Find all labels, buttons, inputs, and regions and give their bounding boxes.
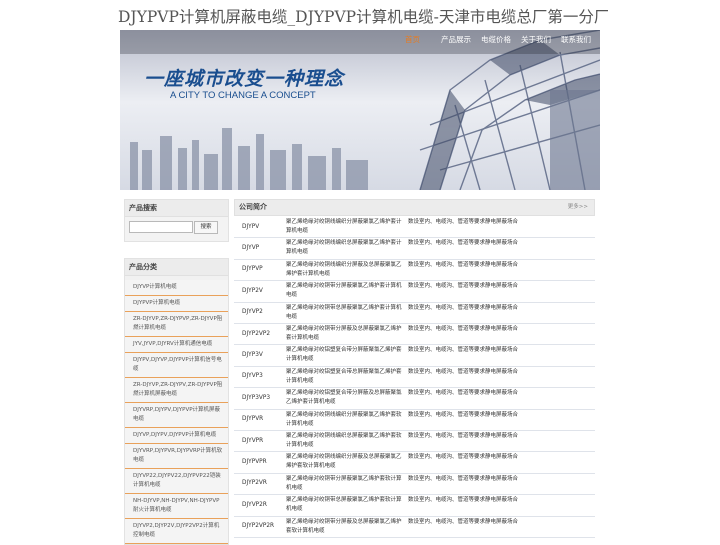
category-item[interactable]: DJYPV,DJYVP,DJYPVP计算机信号电缆 <box>125 353 228 378</box>
banner-slogan-en: A CITY TO CHANGE A CONCEPT <box>170 90 316 101</box>
product-model: DJYVP <box>242 245 260 252</box>
category-item[interactable]: ZR-DJYVP,ZR-DJYPVP,ZR-DJYVP阻燃计算机电缆 <box>125 312 228 337</box>
category-item[interactable]: DJYVP22,DJYPV22,DJYPVP22铠装计算机电缆 <box>125 469 228 494</box>
nav-products[interactable]: 产品展示 <box>441 30 471 54</box>
product-usage: 数设室内、电缆沟、管道等要求静电屏蔽场合 <box>408 326 519 332</box>
product-usage: 数设室内、电缆沟、管道等要求静电屏蔽场合 <box>408 475 519 482</box>
category-box: 产品分类 DJYVP计算机电缆 DJYPVP计算机电缆 ZR-DJYVP,ZR-DJ… <box>124 258 229 545</box>
product-model: DJYPVPR <box>242 459 267 466</box>
product-usage: 数设室内、电缆沟、管道等要求静电屏蔽场合 <box>408 390 519 397</box>
nav-about[interactable]: 关于我们 <box>521 30 551 54</box>
product-model: DJYP2V <box>242 287 263 294</box>
table-row: DJYPVPR 聚乙烯绝缘对绞铜线编织分屏蔽及总屏蔽聚氯乙烯护套软计算机电缆 数设室… <box>234 451 595 474</box>
product-model: DJYVP2 <box>242 309 263 316</box>
table-row: DJYP3VP3 聚乙烯绝缘对绞铝塑复合带分屏蔽及总屏蔽聚氯乙烯护套计算机电缆 数设… <box>234 387 595 410</box>
product-usage: 数设室内、电缆沟、管道等要求静电屏蔽场合 <box>408 368 519 375</box>
category-item[interactable]: DJYVP计算机电缆 <box>125 280 228 296</box>
category-item[interactable]: DJYVRP,DJYPVR,DJYPVRP计算机软电缆 <box>125 444 228 469</box>
category-list: DJYVP计算机电缆 DJYPVP计算机电缆 ZR-DJYVP,ZR-DJYPVP,… <box>125 280 228 544</box>
table-row: DJYPVP 聚乙烯绝缘对绞铜线编织分屏蔽及总屏蔽聚氯乙烯护套计算机电缆 数设室内、… <box>234 259 595 282</box>
more-link[interactable]: 更多>> <box>568 200 588 215</box>
header-banner: 首页 产品展示 电缆价格 关于我们 联系我们 一座城市改变一种理念 A CITY… <box>120 30 600 190</box>
site-title: DJYPVP计算机屏蔽电缆_DJYPVP计算机电缆-天津市电缆总厂第一分厂 <box>118 8 608 26</box>
product-description: 聚乙烯绝缘对绞铜带分屏蔽聚氯乙烯护套计算机电缆 <box>286 283 402 299</box>
product-model: DJYP2VR <box>242 480 267 487</box>
product-description: 聚乙烯绝缘对绞铜带分屏蔽及总屏蔽聚氯乙烯护套计算机电缆 <box>286 326 402 341</box>
category-item[interactable]: DJYVRP,DJYPV,DJYPVP计算机屏蔽电缆 <box>125 403 228 428</box>
product-description: 聚乙烯绝缘对绞铝塑复合带分屏蔽及总屏蔽聚氯乙烯护套计算机电缆 <box>286 390 402 406</box>
product-description: 聚乙烯绝缘对绞铜带总屏蔽聚氯乙烯护套软计算机电缆 <box>286 497 402 513</box>
product-usage: 数设室内、电缆沟、管道等要求静电屏蔽场合 <box>408 454 519 461</box>
product-model: DJYPVP <box>242 266 263 273</box>
product-usage: 数设室内、电缆沟、管道等要求静电屏蔽场合 <box>408 518 519 525</box>
category-item[interactable]: DJYVP,DJYPV,DJYPVP计算机电缆 <box>125 428 228 444</box>
product-model: DJYP3VP3 <box>242 394 271 401</box>
product-description: 聚乙烯绝缘对绞铜带分屏蔽聚氯乙烯护套软计算机电缆 <box>286 475 402 491</box>
nav-contact[interactable]: 联系我们 <box>561 30 591 54</box>
product-usage: 数设室内、电缆沟、管道等要求静电屏蔽场合 <box>408 283 519 290</box>
product-model: DJYVP3 <box>242 373 263 380</box>
product-model: DJYVP2R <box>242 501 267 508</box>
product-usage: 数设室内、电缆沟、管道等要求静电屏蔽场合 <box>408 347 519 354</box>
product-description: 聚乙烯绝缘对绞铜线编织分屏蔽及总屏蔽聚氯乙烯护套软计算机电缆 <box>286 454 402 470</box>
product-usage: 数设室内、电缆沟、管道等要求静电屏蔽场合 <box>408 240 519 247</box>
product-usage: 数设室内、电缆沟、管道等要求静电屏蔽场合 <box>408 261 519 268</box>
search-input[interactable] <box>129 221 193 233</box>
table-row: DJYVPR 聚乙烯绝缘对绞铜线编织总屏蔽聚氯乙烯护套软计算机电缆 数设室内、电缆沟… <box>234 430 595 453</box>
table-row: DJYVP2 聚乙烯绝缘对绞铜带总屏蔽聚氯乙烯护套计算机电缆 数设室内、电缆沟、管道… <box>234 302 595 324</box>
table-row: DJYP2VP2 聚乙烯绝缘对绞铜带分屏蔽及总屏蔽聚氯乙烯护套计算机电缆 数设室内、… <box>234 323 595 346</box>
product-description: 聚乙烯绝缘对绞铜线编织总屏蔽聚氯乙烯护套软计算机电缆 <box>286 433 402 448</box>
company-intro-title: 公司简介 <box>239 203 267 211</box>
product-usage: 数设室内、电缆沟、管道等要求静电屏蔽场合 <box>408 219 519 225</box>
product-model: DJYP3V <box>242 352 263 359</box>
search-box: 产品搜索 搜索 <box>124 199 229 242</box>
product-usage: 数设室内、电缆沟、管道等要求静电屏蔽场合 <box>408 433 519 439</box>
product-description: 聚乙烯绝缘对绞铜线编织总屏蔽聚氯乙烯护套计算机电缆 <box>286 240 402 256</box>
product-description: 聚乙烯绝缘对绞铜线编织分屏蔽及总屏蔽聚氯乙烯护套计算机电缆 <box>286 261 402 277</box>
table-row: DJYPV 聚乙烯绝缘对绞铜线编织分屏蔽聚氯乙烯护套计算机电缆 数设室内、电缆沟、管… <box>234 216 595 239</box>
table-row: DJYVP2R 聚乙烯绝缘对绞铜带总屏蔽聚氯乙烯护套软计算机电缆 数设室内、电缆沟、… <box>234 494 595 517</box>
product-description: 聚乙烯绝缘对绞铝塑复合带总屏蔽聚氯乙烯护套计算机电缆 <box>286 368 402 384</box>
category-item[interactable]: JYV,JYVP,DJYRV计算机通信电缆 <box>125 337 228 353</box>
product-usage: 数设室内、电缆沟、管道等要求静电屏蔽场合 <box>408 411 519 418</box>
product-description: 聚乙烯绝缘对绞铝塑复合带分屏蔽聚氯乙烯护套计算机电缆 <box>286 347 402 363</box>
product-usage: 数设室内、电缆沟、管道等要求静电屏蔽场合 <box>408 304 519 311</box>
product-model: DJYVPR <box>242 437 264 444</box>
main-content: 公司简介 更多>> DJYPV 聚乙烯绝缘对绞铜线编织分屏蔽聚氯乙烯护套计算机电缆… <box>234 199 595 538</box>
table-row: DJYPVR 聚乙烯绝缘对绞铜线编织分屏蔽聚氯乙烯护套软计算机电缆 数设室内、电缆沟… <box>234 409 595 431</box>
search-title: 产品搜索 <box>125 200 228 217</box>
category-item[interactable]: DJYPVP计算机电缆 <box>125 296 228 312</box>
nav-home[interactable]: 首页 <box>405 30 420 54</box>
table-row: DJYVP 聚乙烯绝缘对绞铜线编织总屏蔽聚氯乙烯护套计算机电缆 数设室内、电缆沟、管… <box>234 237 595 260</box>
product-usage: 数设室内、电缆沟、管道等要求静电屏蔽场合 <box>408 497 519 504</box>
table-row: DJYP3V 聚乙烯绝缘对绞铝塑复合带分屏蔽聚氯乙烯护套计算机电缆 数设室内、电缆沟… <box>234 344 595 367</box>
top-nav: 首页 产品展示 电缆价格 关于我们 联系我们 <box>120 30 600 54</box>
category-item[interactable]: ZR-DJYVP,ZR-DJYPV,ZR-DJYPVP阻燃计算机屏蔽电缆 <box>125 378 228 403</box>
nav-prices[interactable]: 电缆价格 <box>481 30 511 54</box>
product-description: 聚乙烯绝缘对绞铜线编织分屏蔽聚氯乙烯护套软计算机电缆 <box>286 411 402 427</box>
product-description: 聚乙烯绝缘对绞铜带总屏蔽聚氯乙烯护套计算机电缆 <box>286 304 402 320</box>
product-model: DJYP2VP2 <box>242 330 271 337</box>
banner-slogan: 一座城市改变一种理念 <box>144 69 345 90</box>
sidebar: 产品搜索 搜索 产品分类 DJYVP计算机电缆 DJYPVP计算机电缆 ZR-DJY… <box>124 199 229 545</box>
table-row: DJYP2VP2R 聚乙烯绝缘对绞铜带分屏蔽及总屏蔽聚氯乙烯护套软计算机电缆 数设室… <box>234 516 595 538</box>
table-row: DJYP2V 聚乙烯绝缘对绞铜带分屏蔽聚氯乙烯护套计算机电缆 数设室内、电缆沟、管道… <box>234 280 595 303</box>
product-model: DJYPVR <box>242 416 264 423</box>
product-description: 聚乙烯绝缘对绞铜线编织分屏蔽聚氯乙烯护套计算机电缆 <box>286 219 402 234</box>
category-title: 产品分类 <box>125 259 228 276</box>
company-intro-header: 公司简介 更多>> <box>234 199 595 216</box>
table-row: DJYVP3 聚乙烯绝缘对绞铝塑复合带总屏蔽聚氯乙烯护套计算机电缆 数设室内、电缆沟… <box>234 366 595 389</box>
product-model: DJYP2VP2R <box>242 523 275 530</box>
product-model: DJYPV <box>242 223 260 230</box>
search-button[interactable]: 搜索 <box>194 221 218 234</box>
category-item[interactable]: NH-DJYVP,NH-DJYPV,NH-DJYPVP耐火计算机电缆 <box>125 494 228 519</box>
table-row: DJYP2VR 聚乙烯绝缘对绞铜带分屏蔽聚氯乙烯护套软计算机电缆 数设室内、电缆沟、… <box>234 473 595 496</box>
product-description: 聚乙烯绝缘对绞铜带分屏蔽及总屏蔽聚氯乙烯护套软计算机电缆 <box>286 518 402 534</box>
category-item[interactable]: DJYVP2,DJYP2V,DJYP2VP2计算机控制电缆 <box>125 519 228 544</box>
search-row: 搜索 <box>125 217 228 241</box>
banner-cityscape-image <box>120 30 600 190</box>
